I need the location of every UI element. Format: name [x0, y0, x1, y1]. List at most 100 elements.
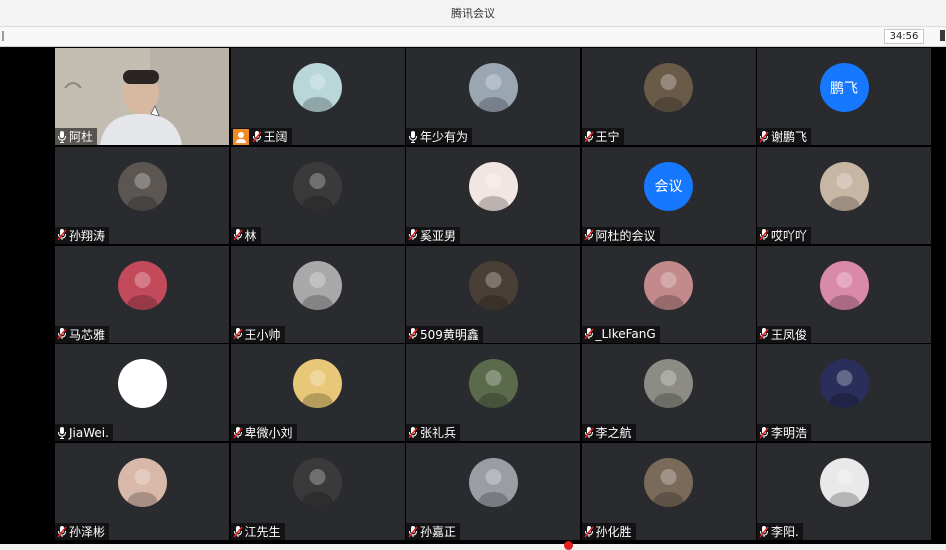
- participant-name: 王小帅: [244, 327, 281, 342]
- participant-avatar: [293, 458, 342, 508]
- microphone-muted-icon: [583, 328, 594, 340]
- microphone-muted-icon: [57, 525, 67, 538]
- participant-tile[interactable]: 阿杜: [55, 48, 229, 145]
- participant-tile[interactable]: 鹏飞谢鹏飞: [757, 48, 931, 145]
- participant-name-bar: 江先生: [230, 523, 285, 541]
- participant-name-bar: 孙化胜: [581, 523, 636, 541]
- participant-avatar: [117, 260, 167, 310]
- participant-name: 孙翔涛: [69, 228, 106, 243]
- participant-avatar: [293, 63, 342, 112]
- microphone-muted-icon: [232, 525, 243, 538]
- participant-name: _LIkeFanG: [595, 327, 656, 342]
- participant-name-bar: 阿杜的会议: [581, 226, 660, 244]
- microphone-muted-icon: [583, 525, 594, 538]
- participant-tile[interactable]: 孙化胜: [581, 443, 756, 541]
- participant-avatar: [293, 359, 342, 409]
- participant-tile[interactable]: 张礼兵: [406, 344, 580, 442]
- participant-name: JiaWei.: [69, 425, 109, 440]
- participant-name: 奚亚男: [420, 228, 457, 243]
- participant-avatar: [819, 359, 869, 409]
- microphone-muted-icon: [408, 229, 418, 241]
- top-toolbar: 34:56: [0, 27, 946, 47]
- participant-tile[interactable]: 王凤俊: [757, 245, 931, 343]
- participant-tile[interactable]: 李阳.: [757, 443, 931, 541]
- microphone-muted-icon: [408, 328, 418, 340]
- participant-tile[interactable]: 王宁: [581, 48, 756, 145]
- participant-name-bar: 王阔: [230, 128, 292, 145]
- participant-avatar: [468, 63, 518, 112]
- participant-avatar: [644, 260, 693, 310]
- participant-name: 江先生: [244, 525, 281, 540]
- microphone-muted-icon: [583, 426, 594, 439]
- participant-tile[interactable]: 哎吖吖: [757, 146, 931, 244]
- microphone-muted-icon: [759, 426, 769, 439]
- microphone-icon: [57, 130, 67, 143]
- microphone-muted-icon: [759, 328, 769, 340]
- participant-tile[interactable]: 孙嘉正: [406, 443, 580, 541]
- participant-avatar: [644, 359, 693, 409]
- participant-avatar: [819, 161, 869, 211]
- participant-name: 马芯雅: [69, 327, 106, 342]
- microphone-muted-icon: [408, 426, 418, 439]
- participant-name-bar: 年少有为: [406, 128, 473, 145]
- participant-name: 李明浩: [771, 426, 808, 441]
- participant-name-bar: 林: [230, 226, 261, 244]
- participant-avatar: [644, 63, 693, 112]
- participant-name-bar: 马芯雅: [55, 325, 110, 343]
- participant-name-bar: 李阳.: [757, 523, 803, 541]
- participant-name-bar: 阿杜: [55, 128, 98, 145]
- microphone-muted-icon: [583, 229, 594, 241]
- participant-tile[interactable]: JiaWei.: [55, 344, 229, 442]
- microphone-muted-icon: [759, 130, 769, 143]
- microphone-muted-icon: [57, 328, 67, 340]
- participant-avatar: [293, 161, 342, 211]
- participant-name-bar: 奚亚男: [406, 226, 461, 244]
- participant-tile[interactable]: 江先生: [230, 443, 405, 541]
- participant-name: 孙泽彬: [69, 525, 106, 540]
- participant-name: 谢鹏飞: [771, 130, 808, 144]
- host-icon: [232, 128, 249, 145]
- participant-name-bar: 王凤俊: [757, 325, 812, 343]
- participant-tile[interactable]: 孙泽彬: [55, 443, 229, 541]
- participant-tile[interactable]: 马芯雅: [55, 245, 229, 343]
- microphone-icon: [408, 130, 418, 143]
- participant-name: 林: [244, 228, 257, 243]
- microphone-muted-icon: [408, 525, 418, 538]
- participant-avatar: [117, 458, 167, 508]
- participant-tile[interactable]: 李明浩: [757, 344, 931, 442]
- participant-tile[interactable]: 林: [230, 146, 405, 244]
- participant-tile[interactable]: 卑微小刘: [230, 344, 405, 442]
- participant-tile[interactable]: _LIkeFanG: [581, 245, 756, 343]
- participant-avatar: 鹏飞: [819, 63, 869, 112]
- participant-avatar: [819, 260, 869, 310]
- participant-tile[interactable]: 509黄明鑫: [406, 245, 580, 343]
- toolbar-right-handle[interactable]: [940, 30, 945, 41]
- microphone-icon: [57, 426, 67, 439]
- participant-tile[interactable]: 王阔: [230, 48, 405, 145]
- microphone-muted-icon: [57, 229, 67, 241]
- participant-tile[interactable]: 王小帅: [230, 245, 405, 343]
- participant-name-bar: 哎吖吖: [757, 226, 812, 244]
- participant-tile[interactable]: 年少有为: [406, 48, 580, 145]
- participant-name: 王凤俊: [771, 327, 808, 342]
- participant-avatar: [819, 458, 869, 508]
- notification-badge[interactable]: [564, 541, 573, 550]
- participant-tile[interactable]: 孙翔涛: [55, 146, 229, 244]
- participant-tile[interactable]: 李之航: [581, 344, 756, 442]
- participant-avatar: 会议: [644, 161, 693, 211]
- participant-name-bar: 张礼兵: [406, 424, 461, 442]
- participant-name-bar: _LIkeFanG: [581, 325, 660, 343]
- participant-name-bar: 王小帅: [230, 325, 285, 343]
- bottom-toolbar-edge: [0, 541, 946, 550]
- participant-tile[interactable]: 奚亚男: [406, 146, 580, 244]
- microphone-muted-icon: [232, 229, 243, 241]
- participant-name-bar: 孙翔涛: [55, 226, 110, 244]
- participant-avatar: [468, 458, 518, 508]
- participant-name-bar: JiaWei.: [55, 424, 113, 442]
- participant-name: 王阔: [263, 130, 288, 144]
- participant-name: 阿杜: [69, 130, 94, 144]
- toolbar-left-marker: [2, 31, 4, 41]
- participant-name: 年少有为: [420, 130, 469, 144]
- participant-tile[interactable]: 会议阿杜的会议: [581, 146, 756, 244]
- participant-name: 509黄明鑫: [420, 327, 479, 342]
